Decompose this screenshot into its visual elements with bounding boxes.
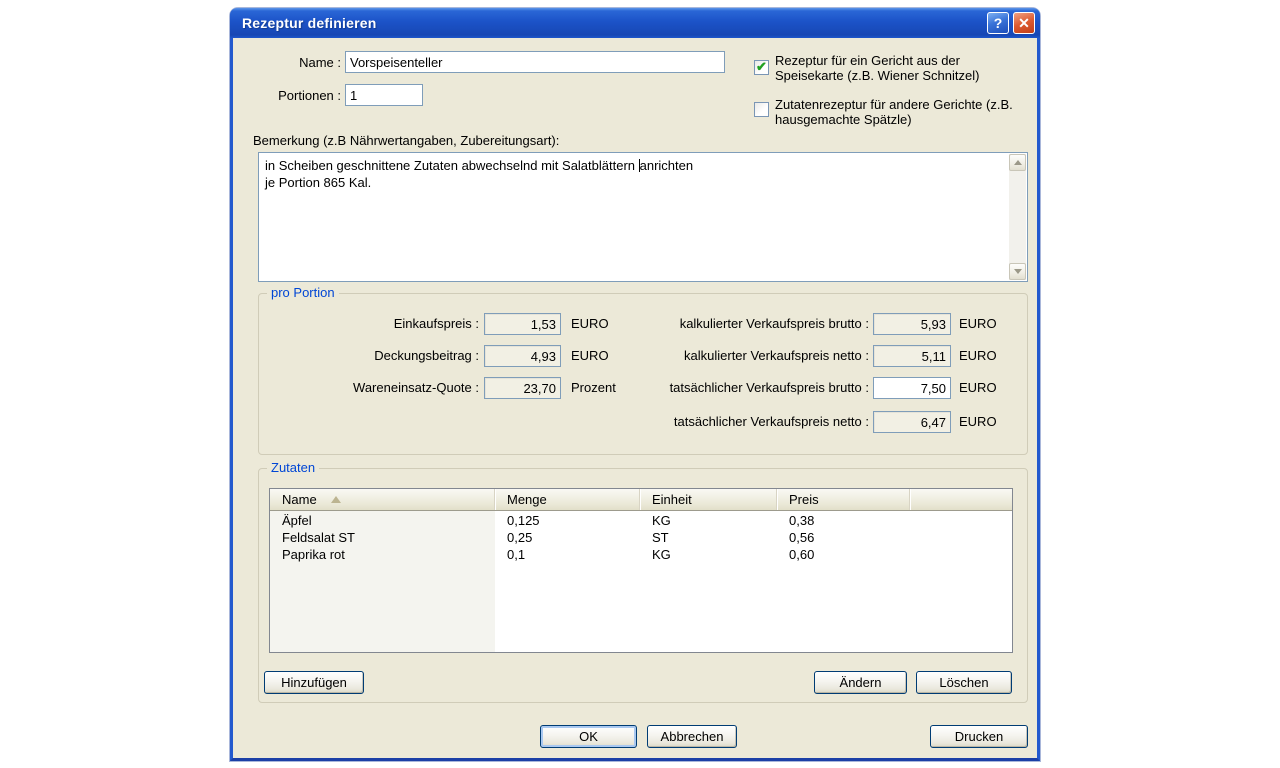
table-row[interactable]: Paprika rot 0,1 KG 0,60 xyxy=(270,547,1012,564)
vk-netto-kalk-field[interactable] xyxy=(873,345,951,367)
remark-textarea[interactable]: in Scheiben geschnittene Zutaten abwechs… xyxy=(258,152,1028,282)
column-header-menge[interactable]: Menge xyxy=(495,489,640,510)
help-icon: ? xyxy=(993,15,1003,31)
portions-label: Portionen : xyxy=(278,88,341,103)
scroll-up-button[interactable] xyxy=(1009,154,1026,171)
dialog-title: Rezeptur definieren xyxy=(242,15,377,31)
column-header-einheit[interactable]: Einheit xyxy=(640,489,777,510)
vk-netto-ist-label: tatsächlicher Verkaufspreis netto : xyxy=(673,414,869,429)
ingredient-recipe-checkbox[interactable]: ✔ xyxy=(754,102,769,117)
vk-brutto-kalk-label: kalkulierter Verkaufspreis brutto : xyxy=(679,316,869,331)
scroll-down-button[interactable] xyxy=(1009,263,1026,280)
pro-portion-group: pro Portion Einkaufspreis : EURO kalkuli… xyxy=(258,285,1028,455)
column-header-preis[interactable]: Preis xyxy=(777,489,910,510)
name-label: Name : xyxy=(299,55,341,70)
dish-recipe-label[interactable]: Rezeptur für ein Gericht aus der Speisek… xyxy=(775,53,979,83)
dialog-client-area: Name : Portionen : ✔ Rezeptur für ein Ge… xyxy=(233,38,1037,758)
table-header: Name Menge Einheit Preis xyxy=(270,489,1012,511)
deckungsbeitrag-field[interactable] xyxy=(484,345,561,367)
zutaten-group: Zutaten Name Menge Einheit Preis Äpfel 0… xyxy=(258,460,1028,703)
vk-brutto-ist-field[interactable] xyxy=(873,377,951,399)
remark-line2: je Portion 865 Kal. xyxy=(265,175,372,190)
einkaufspreis-field[interactable] xyxy=(484,313,561,335)
name-input[interactable] xyxy=(345,51,725,73)
vk-brutto-ist-unit: EURO xyxy=(959,380,997,395)
column-header-name[interactable]: Name xyxy=(270,489,495,510)
remark-line1: in Scheiben geschnittene Zutaten abwechs… xyxy=(265,158,694,173)
close-button[interactable]: ✕ xyxy=(1013,12,1035,34)
vk-netto-ist-field[interactable] xyxy=(873,411,951,433)
einkaufspreis-label: Einkaufspreis : xyxy=(393,316,479,331)
check-icon: ✔ xyxy=(756,59,767,74)
ok-button[interactable]: OK xyxy=(540,725,637,748)
vk-netto-kalk-unit: EURO xyxy=(959,348,997,363)
delete-ingredient-button[interactable]: Löschen xyxy=(916,671,1012,694)
scroll-down-icon xyxy=(1013,269,1022,274)
pro-portion-title: pro Portion xyxy=(267,285,339,300)
add-ingredient-button[interactable]: Hinzufügen xyxy=(264,671,364,694)
cancel-button[interactable]: Abbrechen xyxy=(647,725,737,748)
table-body: Äpfel 0,125 KG 0,38 Feldsalat ST 0,25 ST… xyxy=(270,511,1012,652)
scroll-up-icon xyxy=(1013,160,1022,165)
close-icon: ✕ xyxy=(1018,14,1030,31)
deckungsbeitrag-label: Deckungsbeitrag : xyxy=(374,348,479,363)
zutaten-title: Zutaten xyxy=(267,460,320,475)
portions-input[interactable] xyxy=(345,84,423,106)
vk-brutto-kalk-field[interactable] xyxy=(873,313,951,335)
ingredient-recipe-label[interactable]: Zutatenrezeptur für andere Gerichte (z.B… xyxy=(775,97,1013,127)
vk-netto-kalk-label: kalkulierter Verkaufspreis netto : xyxy=(684,348,869,363)
edit-ingredient-button[interactable]: Ändern xyxy=(814,671,907,694)
print-button[interactable]: Drucken xyxy=(930,725,1028,748)
vk-netto-ist-unit: EURO xyxy=(959,414,997,429)
sort-ascending-icon xyxy=(330,496,341,503)
help-button[interactable]: ? xyxy=(987,12,1009,34)
wareneinsatz-label: Wareneinsatz-Quote : xyxy=(353,380,479,395)
ingredients-table: Name Menge Einheit Preis Äpfel 0,125 KG … xyxy=(269,488,1013,653)
title-bar[interactable]: Rezeptur definieren ? ✕ xyxy=(230,8,1040,38)
vk-brutto-kalk-unit: EURO xyxy=(959,316,997,331)
dish-recipe-checkbox[interactable]: ✔ xyxy=(754,60,769,75)
rezeptur-definieren-dialog: Rezeptur definieren ? ✕ Name : Portionen… xyxy=(230,8,1040,761)
table-row[interactable]: Äpfel 0,125 KG 0,38 xyxy=(270,513,1012,530)
table-row[interactable]: Feldsalat ST 0,25 ST 0,56 xyxy=(270,530,1012,547)
table-header-filler xyxy=(910,489,1012,510)
remark-scrollbar[interactable] xyxy=(1009,154,1026,280)
remark-label: Bemerkung (z.B Nährwertangaben, Zubereit… xyxy=(253,133,560,148)
vk-brutto-ist-label: tatsächlicher Verkaufspreis brutto : xyxy=(669,380,869,395)
wareneinsatz-field[interactable] xyxy=(484,377,561,399)
